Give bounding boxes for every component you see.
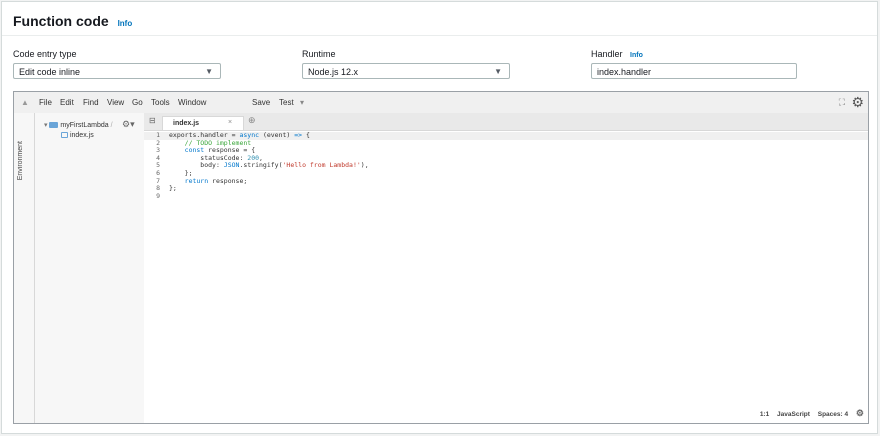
test-button[interactable]: Test bbox=[279, 98, 294, 107]
runtime-value: Node.js 12.x bbox=[308, 67, 359, 77]
code-line[interactable]: 8}; bbox=[144, 184, 868, 193]
line-number: 9 bbox=[156, 191, 160, 200]
indent-setting[interactable]: Spaces: 4 bbox=[818, 411, 848, 418]
code-editor-ide: ▲ File Edit Find View Go Tools Window Sa… bbox=[13, 91, 869, 424]
file-icon bbox=[61, 132, 68, 139]
chevron-down-icon: ▼ bbox=[494, 67, 502, 76]
editor-statusbar: 1:1 JavaScript Spaces: 4 ⚙ bbox=[754, 408, 864, 419]
environment-strip[interactable]: Environment bbox=[14, 113, 35, 423]
test-dropdown-icon[interactable]: ▾ bbox=[300, 98, 304, 107]
code-line[interactable]: 5 body: JSON.stringify('Hello from Lambd… bbox=[144, 162, 868, 170]
code-entry-label: Code entry type bbox=[13, 49, 77, 59]
panel-title: Function code Info bbox=[13, 13, 132, 29]
environment-label[interactable]: Environment bbox=[17, 141, 24, 180]
code-entry-value: Edit code inline bbox=[19, 67, 81, 77]
panel-title-text: Function code bbox=[13, 13, 109, 29]
menu-go[interactable]: Go bbox=[132, 98, 143, 107]
code-line[interactable]: 1 exports.handler = async (event) => { bbox=[144, 131, 868, 140]
tree-folder[interactable]: ▾ myFirstLambda / bbox=[44, 121, 113, 129]
fullscreen-icon[interactable]: ⛶ bbox=[839, 97, 845, 108]
function-code-panel: Function code Info Code entry type Edit … bbox=[1, 1, 878, 434]
code-line[interactable]: 9 bbox=[144, 191, 868, 201]
editor-tabbar: ⊟ index.js × ⊕ bbox=[144, 113, 868, 131]
code-token: 'Hello from Lambda!' bbox=[282, 161, 361, 170]
chevron-down-icon: ▼ bbox=[205, 67, 213, 76]
info-link[interactable]: Info bbox=[118, 19, 133, 28]
menu-tools[interactable]: Tools bbox=[151, 98, 170, 107]
runtime-select[interactable]: Node.js 12.x ▼ bbox=[302, 63, 510, 79]
tab-index-js[interactable]: index.js × bbox=[162, 116, 244, 130]
menu-find[interactable]: Find bbox=[83, 98, 99, 107]
code-token: response; bbox=[208, 176, 248, 185]
add-tab-icon[interactable]: ⊕ bbox=[248, 115, 256, 126]
gear-icon[interactable]: ⚙ bbox=[851, 94, 864, 111]
editor-area[interactable]: ⊟ index.js × ⊕ 1 exports.handler = async … bbox=[144, 113, 868, 423]
gear-icon[interactable]: ⚙ bbox=[856, 408, 864, 418]
handler-label: Handler Info bbox=[591, 49, 643, 59]
code-line[interactable]: 7 return response; bbox=[144, 176, 868, 186]
code-token: => bbox=[294, 131, 303, 139]
handler-info-link[interactable]: Info bbox=[630, 52, 643, 59]
close-icon[interactable]: × bbox=[228, 119, 232, 126]
caret-down-icon: ▾ bbox=[44, 122, 48, 129]
code-token: ), bbox=[360, 161, 369, 170]
code-token: JSON bbox=[223, 161, 240, 170]
language-mode[interactable]: JavaScript bbox=[777, 411, 810, 418]
code-token: }; bbox=[169, 184, 177, 193]
folder-name: myFirstLambda bbox=[60, 122, 109, 129]
tree-gear-icon[interactable]: ⚙▾ bbox=[122, 119, 135, 130]
save-button[interactable]: Save bbox=[252, 98, 270, 107]
panel-header: Function code Info bbox=[2, 2, 877, 36]
code-entry-select[interactable]: Edit code inline ▼ bbox=[13, 63, 221, 79]
menu-file[interactable]: File bbox=[39, 98, 52, 107]
code-content[interactable]: 1 exports.handler = async (event) => {2 /… bbox=[144, 131, 868, 201]
collapse-icon[interactable]: ▲ bbox=[21, 98, 29, 107]
code-token: .stringify( bbox=[239, 161, 283, 170]
handler-input[interactable]: index.handler bbox=[591, 63, 797, 79]
file-name: index.js bbox=[69, 132, 94, 139]
file-tree: ▾ myFirstLambda / ⚙▾ index.js bbox=[35, 113, 145, 423]
toggle-tree-icon[interactable]: ⊟ bbox=[149, 116, 156, 125]
handler-label-text: Handler bbox=[591, 49, 623, 59]
code-line[interactable]: 6 }; bbox=[144, 169, 868, 178]
code-token: return bbox=[184, 176, 209, 185]
folder-icon bbox=[49, 122, 59, 129]
menu-window[interactable]: Window bbox=[178, 98, 206, 107]
code-token: (event) bbox=[259, 131, 295, 139]
runtime-label: Runtime bbox=[302, 49, 336, 59]
tab-label: index.js bbox=[173, 120, 200, 127]
menu-edit[interactable]: Edit bbox=[60, 98, 74, 107]
code-token: { bbox=[302, 131, 310, 139]
handler-value: index.handler bbox=[597, 67, 652, 77]
menu-view[interactable]: View bbox=[107, 98, 124, 107]
ide-menubar: ▲ File Edit Find View Go Tools Window Sa… bbox=[14, 92, 868, 114]
cursor-position[interactable]: 1:1 bbox=[760, 411, 769, 418]
tree-file[interactable]: index.js bbox=[61, 132, 94, 139]
